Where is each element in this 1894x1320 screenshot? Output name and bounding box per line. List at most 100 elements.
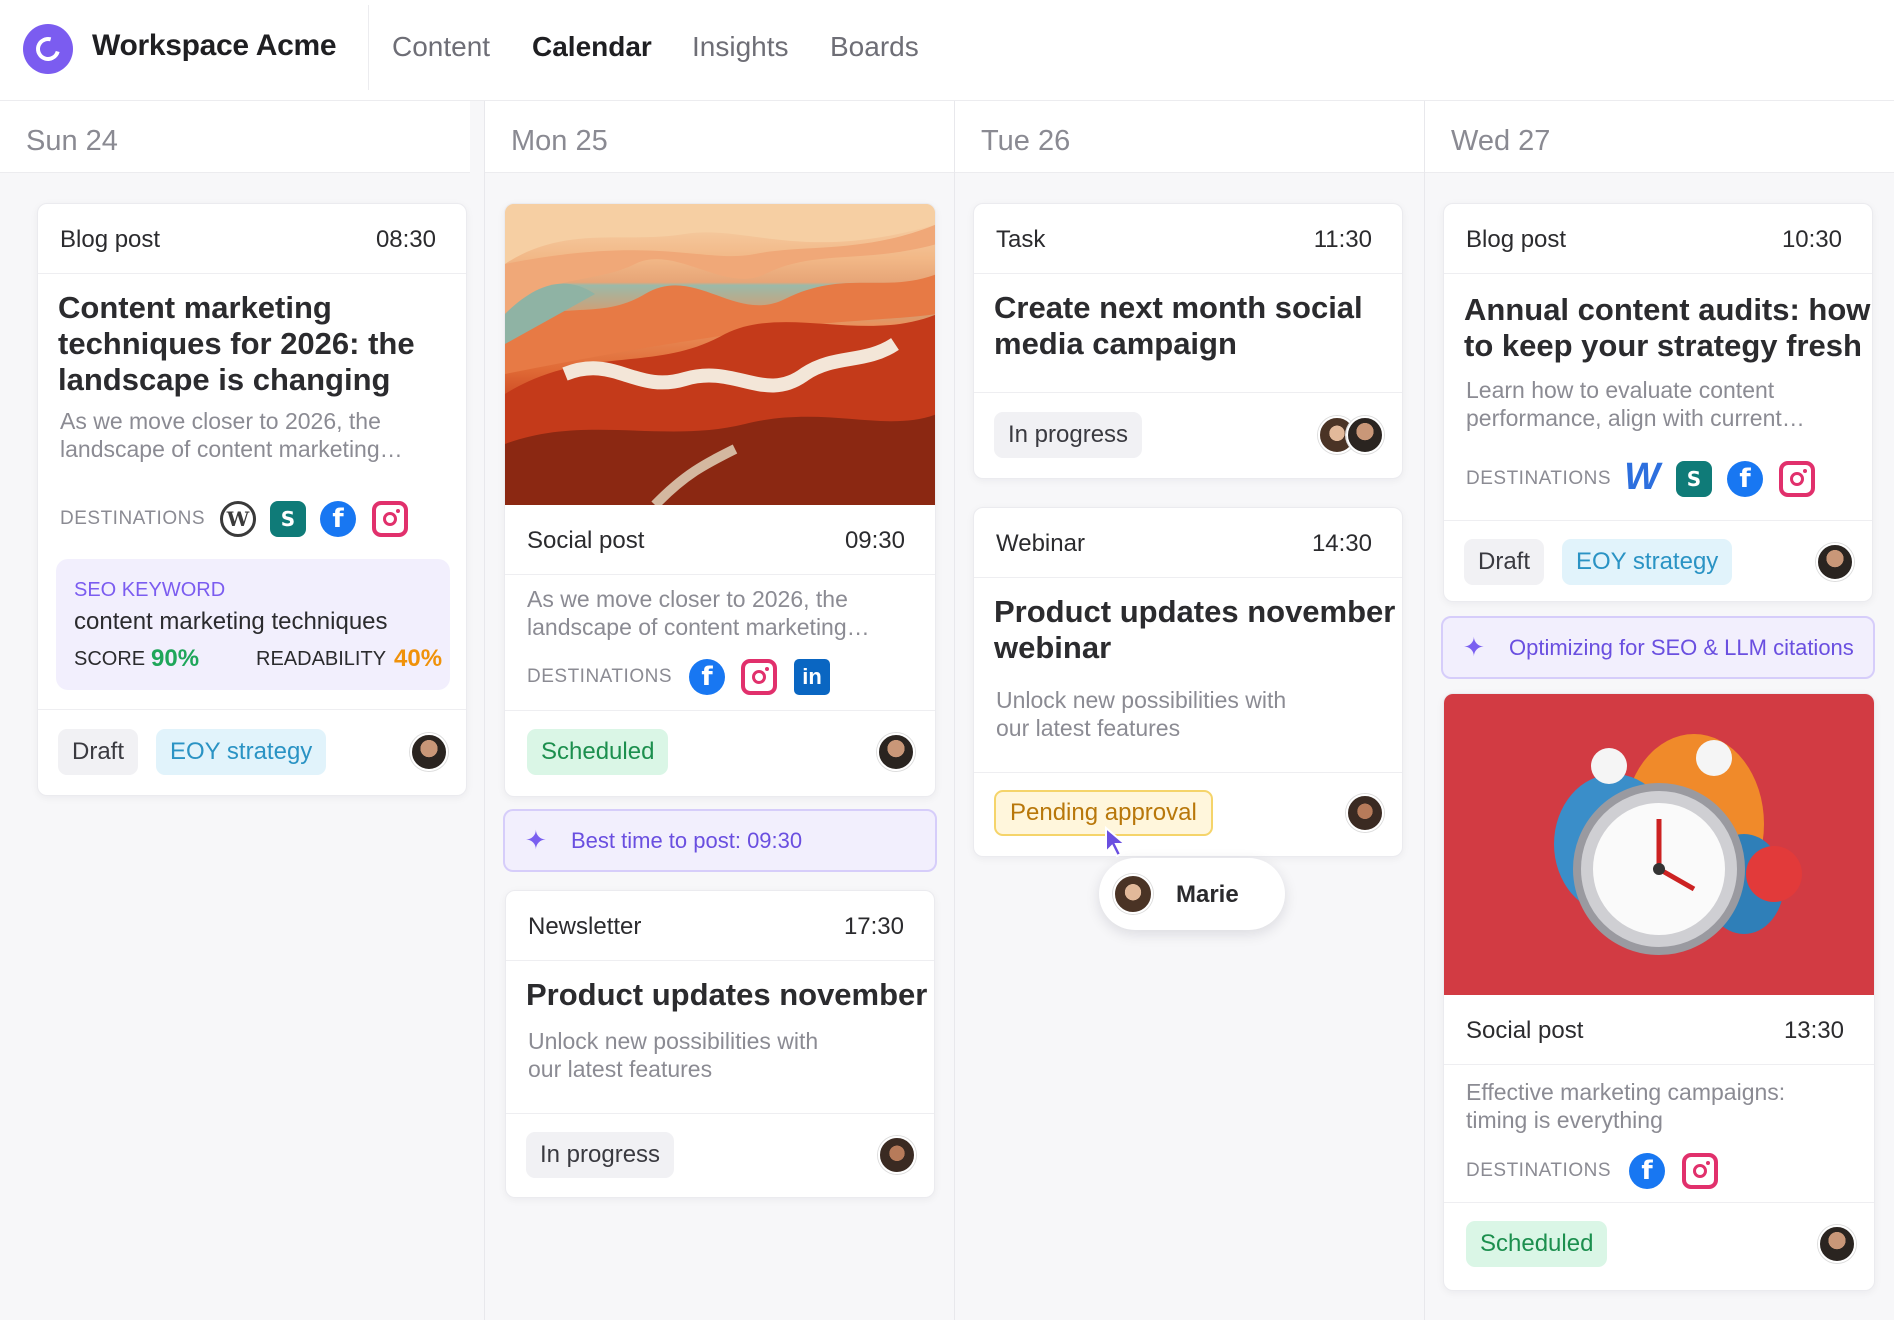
seo-keyword-value: content marketing techniques <box>74 608 388 635</box>
divider <box>38 709 466 710</box>
sharepoint-icon: S <box>270 501 306 537</box>
content-card-task[interactable]: Task 11:30 Create next month social media… <box>973 203 1403 479</box>
collaborator-name: Marie <box>1176 881 1239 908</box>
divider <box>1444 1202 1874 1203</box>
avatar <box>1113 874 1153 914</box>
instagram-icon <box>741 659 777 695</box>
readability-label: READABILITY <box>256 648 387 670</box>
avatar[interactable] <box>1818 1225 1856 1263</box>
facebook-icon: f <box>1629 1153 1665 1189</box>
avatar[interactable] <box>877 733 915 771</box>
card-header: Social post 13:30 <box>1444 995 1874 1065</box>
divider <box>974 392 1402 393</box>
nav-content[interactable]: Content <box>392 31 490 63</box>
workspace-logo-icon[interactable] <box>23 24 73 74</box>
day-header-mon: Mon 25 <box>485 101 955 173</box>
nav-insights[interactable]: Insights <box>692 31 789 63</box>
sparkle-icon: ✦ <box>525 825 547 855</box>
content-card-newsletter[interactable]: Newsletter 17:30 Product updates novembe… <box>505 890 935 1198</box>
tag-badge[interactable]: EOY strategy <box>1562 539 1733 585</box>
card-description: As we move closer to 2026, the landscape … <box>527 586 870 640</box>
instagram-icon <box>1682 1153 1718 1189</box>
day-header-wed: Wed 27 <box>1425 101 1894 173</box>
avatar[interactable] <box>410 733 448 771</box>
divider <box>974 772 1402 773</box>
content-card-blog-post[interactable]: Blog post 10:30 Annual content audits: h… <box>1443 203 1873 602</box>
nav-calendar[interactable]: Calendar <box>532 31 652 63</box>
card-type: Webinar <box>996 530 1085 557</box>
content-card-webinar[interactable]: Webinar 14:30 Product updates november we… <box>973 507 1403 857</box>
ai-suggestion-text: Best time to post: 09:30 <box>571 828 803 853</box>
card-type: Social post <box>527 527 645 554</box>
status-badge[interactable]: Scheduled <box>527 729 669 775</box>
avatar[interactable] <box>1816 543 1854 581</box>
facebook-icon: f <box>689 659 725 695</box>
status-badge[interactable]: Scheduled <box>1466 1221 1608 1267</box>
avatar[interactable] <box>1346 416 1384 454</box>
facebook-icon: f <box>320 501 356 537</box>
destinations-label: DESTINATIONS <box>60 508 205 529</box>
card-type: Blog post <box>60 226 161 253</box>
avatar[interactable] <box>878 1136 916 1174</box>
status-badge[interactable]: Draft <box>1464 539 1545 585</box>
card-time: 11:30 <box>1313 226 1372 253</box>
instagram-icon <box>1779 461 1815 497</box>
card-type: Newsletter <box>528 913 642 940</box>
card-type: Blog post <box>1466 226 1567 253</box>
card-header: Task 11:30 <box>974 204 1402 274</box>
cursor-icon <box>1105 826 1128 858</box>
destinations-label: DESTINATIONS <box>527 666 672 687</box>
day-header-tue: Tue 26 <box>955 101 1425 173</box>
status-badge[interactable]: Draft <box>58 729 139 775</box>
facebook-icon: f <box>1727 461 1763 497</box>
seo-keyword-label: SEO KEYWORD <box>74 579 226 601</box>
wordpress-icon: W <box>220 501 256 537</box>
ai-suggestion-text: Optimizing for SEO & LLM citations <box>1509 635 1854 660</box>
card-type: Task <box>996 226 1046 253</box>
landscape-image <box>505 204 935 505</box>
card-description: Unlock new possibilities with our latest … <box>528 1028 819 1082</box>
ai-suggestion-banner[interactable]: ✦ Best time to post: 09:30 <box>503 809 937 872</box>
tag-badge[interactable]: EOY strategy <box>156 729 327 775</box>
card-description: As we move closer to 2026, the landscape … <box>60 408 403 462</box>
nav-boards[interactable]: Boards <box>830 31 919 63</box>
card-description: Unlock new possibilities with our latest … <box>996 687 1287 741</box>
status-badge[interactable]: In progress <box>994 412 1143 458</box>
destinations-label: DESTINATIONS <box>1466 468 1611 489</box>
card-time: 10:30 <box>1781 226 1842 253</box>
destinations-label: DESTINATIONS <box>1466 1160 1611 1181</box>
seo-keyword-panel: SEO KEYWORD content marketing techniques… <box>56 559 450 690</box>
instagram-icon <box>372 501 408 537</box>
avatar[interactable] <box>1346 794 1384 832</box>
linkedin-icon: in <box>794 659 830 695</box>
card-time: 09:30 <box>844 527 905 554</box>
column-divider <box>1424 101 1425 1320</box>
webflow-icon: W <box>1624 455 1660 498</box>
day-label: Mon 25 <box>511 125 608 157</box>
card-header: Social post 09:30 <box>505 505 935 575</box>
score-label: SCORE <box>74 648 146 670</box>
content-card-social-post[interactable]: Social post 09:30 As we move closer to 2… <box>504 203 936 797</box>
day-label: Tue 26 <box>981 125 1071 157</box>
sharepoint-icon: S <box>1676 461 1712 497</box>
content-card-blog-post[interactable]: Blog post 08:30 Content marketing techniq… <box>37 203 467 796</box>
card-time: 08:30 <box>375 226 436 253</box>
card-time: 17:30 <box>843 913 904 940</box>
card-title: Create next month social media campaign <box>994 290 1363 361</box>
card-title: Product updates november webinar <box>994 594 1396 665</box>
status-badge[interactable]: In progress <box>526 1132 675 1178</box>
landscape-illustration <box>505 204 935 505</box>
top-bar: Workspace Acme Content Calendar Insights… <box>0 0 1894 101</box>
ai-suggestion-banner[interactable]: ✦ Optimizing for SEO & LLM citations <box>1441 616 1875 679</box>
card-header: Blog post 10:30 <box>1444 204 1872 274</box>
collaborator-label: Marie <box>1099 858 1285 930</box>
card-description: Effective marketing campaigns: timing is … <box>1466 1079 1786 1133</box>
card-title: Annual content audits: how to keep your s… <box>1464 292 1871 363</box>
card-header: Webinar 14:30 <box>974 508 1402 578</box>
card-header: Newsletter 17:30 <box>506 891 934 961</box>
divider <box>368 5 369 90</box>
card-time: 13:30 <box>1783 1017 1844 1044</box>
workspace-name[interactable]: Workspace Acme <box>92 29 337 63</box>
divider <box>506 1113 934 1114</box>
content-card-social-post[interactable]: Social post 13:30 Effective marketing ca… <box>1443 693 1875 1291</box>
